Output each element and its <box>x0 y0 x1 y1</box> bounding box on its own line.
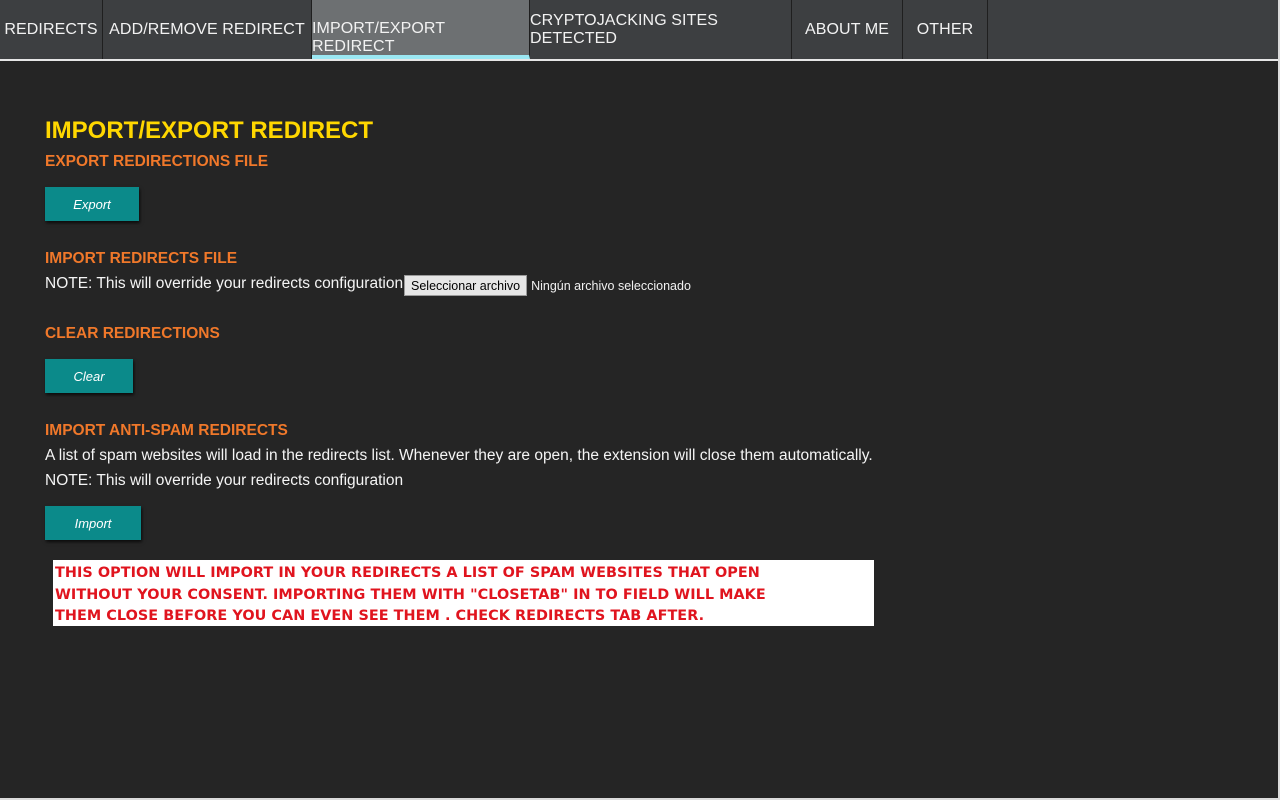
warning-box: THIS OPTION WILL IMPORT IN YOUR REDIRECT… <box>53 560 874 626</box>
tab-label: CRYPTOJACKING SITES DETECTED <box>530 11 719 47</box>
tab-label: REDIRECTS <box>4 20 98 38</box>
import-antispam-button[interactable]: Import <box>45 506 141 540</box>
antispam-description: A list of spam websites will load in the… <box>45 447 873 464</box>
page-title: IMPORT/EXPORT REDIRECT <box>45 117 374 144</box>
tab-import-export-redirect[interactable]: IMPORT/EXPORT REDIRECT <box>312 0 530 59</box>
file-status: Ningún archivo seleccionado <box>531 278 691 293</box>
tab-label: ADD/REMOVE REDIRECT <box>109 20 305 38</box>
antispam-section-title: IMPORT ANTI-SPAM REDIRECTS <box>45 422 288 439</box>
import-section-title: IMPORT REDIRECTS FILE <box>45 250 238 267</box>
tab-other[interactable]: OTHER <box>903 0 988 59</box>
tab-redirects[interactable]: REDIRECTS <box>0 0 103 59</box>
export-section-title: EXPORT REDIRECTIONS FILE <box>45 153 269 170</box>
warning-line: THIS OPTION WILL IMPORT IN YOUR REDIRECT… <box>55 565 760 581</box>
tab-label: ABOUT ME <box>804 20 890 38</box>
tab-add-remove-redirect[interactable]: ADD/REMOVE REDIRECT <box>103 0 312 59</box>
tab-cryptojacking-sites-detected[interactable]: CRYPTOJACKING SITES DETECTED <box>530 0 792 59</box>
file-input: Seleccionar archivo Ningún archivo selec… <box>404 275 691 296</box>
choose-file-button[interactable]: Seleccionar archivo <box>404 275 528 296</box>
tab-bar: REDIRECTS ADD/REMOVE REDIRECT IMPORT/EXP… <box>0 0 1280 61</box>
tab-label: OTHER <box>916 20 974 38</box>
antispam-note: NOTE: This will override your redirects … <box>45 472 404 489</box>
export-button[interactable]: Export <box>45 187 139 221</box>
tab-about-me[interactable]: ABOUT ME <box>792 0 903 59</box>
clear-button[interactable]: Clear <box>45 359 133 393</box>
tab-label: IMPORT/EXPORT REDIRECT <box>312 20 445 55</box>
warning-line: THEM CLOSE BEFORE YOU CAN EVEN SEE THEM … <box>55 608 705 624</box>
clear-section-title: CLEAR REDIRECTIONS <box>45 325 220 342</box>
import-note: NOTE: This will override your redirects … <box>45 275 404 292</box>
warning-line: WITHOUT YOUR CONSENT. IMPORTING THEM WIT… <box>55 586 766 603</box>
